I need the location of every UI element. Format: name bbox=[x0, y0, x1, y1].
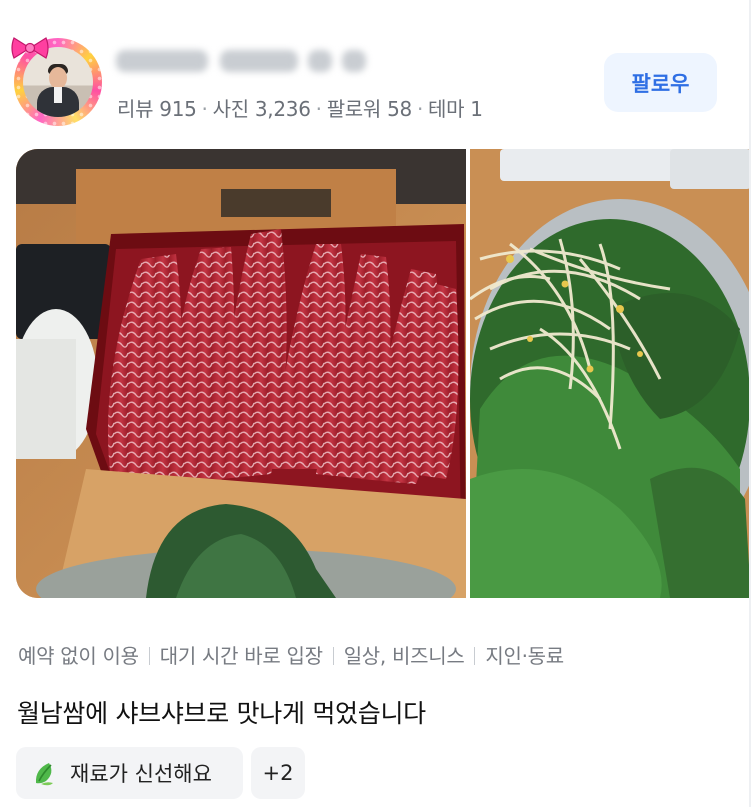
stat-themes: 테마 1 bbox=[428, 97, 483, 121]
stat-reviews: 리뷰 915 bbox=[117, 97, 197, 121]
user-name-blurred[interactable] bbox=[116, 42, 368, 78]
visit-info: 예약 없이 이용 대기 시간 바로 입장 일상, 비즈니스 지인·동료 bbox=[18, 640, 564, 669]
visit-info-wait: 대기 시간 바로 입장 bbox=[159, 644, 323, 668]
review-text[interactable]: 월남쌈에 샤브샤브로 맛나게 먹었습니다 bbox=[17, 694, 426, 730]
keyword-more-label: +2 bbox=[262, 761, 294, 785]
follow-button[interactable]: 팔로우 bbox=[604, 53, 717, 112]
visit-info-purpose: 일상, 비즈니스 bbox=[343, 644, 465, 668]
divider bbox=[148, 647, 150, 665]
review-photo-greens[interactable] bbox=[470, 149, 751, 598]
keyword-chip-label: 재료가 신선해요 bbox=[70, 762, 212, 786]
keyword-chip-fresh[interactable]: 재료가 신선해요 bbox=[16, 747, 243, 799]
ribbon-bow-icon bbox=[11, 37, 49, 59]
visit-info-companion: 지인·동료 bbox=[485, 644, 564, 668]
divider bbox=[332, 647, 334, 665]
leaf-icon bbox=[35, 763, 53, 786]
keyword-more-button[interactable]: +2 bbox=[251, 747, 305, 799]
review-photo-beef[interactable] bbox=[16, 149, 466, 598]
review-card: 리뷰 915 · 사진 3,236 · 팔로워 58 · 테마 1 팔로우 예약… bbox=[0, 0, 751, 807]
sliced-beef-photo bbox=[16, 149, 466, 598]
divider bbox=[474, 647, 476, 665]
visit-info-reservation: 예약 없이 이용 bbox=[18, 644, 139, 668]
stat-followers: 팔로워 58 bbox=[326, 97, 413, 121]
user-stats: 리뷰 915 · 사진 3,236 · 팔로워 58 · 테마 1 bbox=[117, 97, 483, 121]
stat-photos: 사진 3,236 bbox=[212, 97, 311, 121]
avatar[interactable] bbox=[11, 37, 102, 126]
bean-sprouts-greens-photo bbox=[470, 149, 751, 598]
